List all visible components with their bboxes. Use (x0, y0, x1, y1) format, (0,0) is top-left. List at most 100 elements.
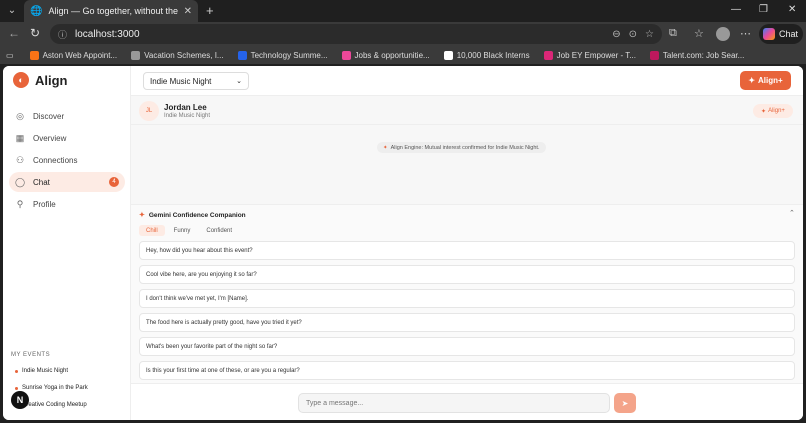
event-label: Indie Music Night (22, 368, 69, 374)
url-text: localhost:3000 (75, 28, 140, 40)
sidebar-item-profile[interactable]: ⚲ Profile (9, 194, 125, 214)
new-tab-icon[interactable]: + (206, 3, 214, 18)
tone-tabs: Chill Funny Confident (139, 225, 239, 236)
confidence-companion-panel: ✦ Gemini Confidence Companion ⌃ Chill Fu… (131, 204, 803, 383)
reader-icon[interactable]: ⊙ (629, 29, 637, 40)
brand[interactable]: ◐ Align (13, 72, 68, 88)
event-item[interactable]: Sunrise Yoga in the Park (15, 385, 88, 391)
bookmark-favicon (131, 50, 141, 60)
bookmark-label: 10,000 Black Interns (456, 50, 530, 60)
tab-title: Align — Go together, without the (48, 6, 178, 16)
sparkle-icon: ✦ (748, 76, 756, 85)
contact-event: Indie Music Night (164, 113, 211, 119)
tab-funny[interactable]: Funny (167, 225, 198, 236)
bookmarks-bar: ▭ Aston Web Appoint... Vacation Schemes,… (0, 46, 806, 64)
more-menu-icon[interactable]: ⋯ (740, 27, 751, 40)
bookmark-favicon (341, 50, 351, 60)
tab-chill[interactable]: Chill (139, 225, 165, 236)
sidebar-item-discover[interactable]: ◎ Discover (9, 106, 125, 126)
tab-list-chevron-icon[interactable]: ⌄ (4, 3, 20, 19)
bookmark-item[interactable]: Jobs & opportunitie... (341, 50, 430, 60)
chevron-down-icon: ⌄ (236, 78, 242, 85)
zoom-icon[interactable]: ⊖ (612, 29, 620, 40)
browser-tab-bar: ⌄ 🌐 Align — Go together, without the ✕ +… (0, 0, 806, 22)
close-tab-icon[interactable]: ✕ (184, 6, 192, 17)
sidebar-item-connections[interactable]: ⚇ Connections (9, 150, 125, 170)
companion-header: ✦ Gemini Confidence Companion (139, 211, 246, 220)
profile-avatar[interactable] (716, 27, 730, 41)
suggestion-item[interactable]: I don't think we've met yet, I'm [Name]. (139, 289, 795, 308)
contact-name: Jordan Lee (164, 103, 207, 112)
suggestion-item[interactable]: What's been your favorite part of the ni… (139, 337, 795, 356)
suggestion-item[interactable]: Hey, how did you hear about this event? (139, 241, 795, 260)
send-button[interactable]: ➤ (614, 393, 636, 413)
reload-icon[interactable]: ↻ (30, 26, 40, 40)
bookmark-label: Jobs & opportunitie... (354, 50, 430, 60)
sidebar: ◐ Align ◎ Discover ▦ Overview ⚇ Connections… (3, 66, 131, 420)
extensions-icon[interactable]: ⧉ (669, 27, 677, 40)
suggestion-item[interactable]: Is this your first time at one of these,… (139, 361, 795, 380)
grid-icon: ▦ (15, 132, 25, 143)
address-bar-row: ← ↻ ⓘ localhost:3000 ⊖ ⊙ ☆ ⧉ ☆ ⋯ Chat (0, 22, 806, 46)
floating-n-button[interactable]: N (11, 391, 29, 409)
sparkle-icon: ✦ (139, 212, 145, 219)
bookmark-item[interactable]: Technology Summe... (237, 50, 328, 60)
bookmark-item[interactable]: 10,000 Black Interns (443, 50, 530, 60)
system-message: ✦ Align Engine: Mutual interest confirme… (377, 142, 546, 153)
send-icon: ➤ (621, 398, 629, 408)
chat-bubble-icon: ◯ (15, 176, 26, 187)
sidebar-nav: ◎ Discover ▦ Overview ⚇ Connections ◯ Chat 4 … (9, 106, 125, 216)
chevron-up-icon[interactable]: ⌃ (789, 209, 795, 217)
message-input[interactable] (298, 393, 610, 413)
user-icon: ⚲ (16, 198, 24, 209)
favorite-star-icon[interactable]: ☆ (645, 29, 654, 40)
compass-icon: ◎ (16, 110, 24, 121)
bookmark-favicon (649, 50, 659, 60)
site-info-icon[interactable]: ⓘ (58, 28, 67, 41)
copilot-label: Chat (779, 29, 799, 39)
copilot-chat-button[interactable]: Chat (759, 24, 803, 44)
bookmark-favicon (443, 50, 453, 60)
bookmark-label: Talent.com: Job Sear... (662, 50, 745, 60)
event-label: Sunrise Yoga in the Park (22, 385, 88, 391)
globe-icon: 🌐 (30, 5, 43, 17)
system-message-text: Align Engine: Mutual interest confirmed … (390, 144, 540, 151)
bookmark-item[interactable]: Job EY Empower - T... (543, 50, 636, 60)
restore-icon[interactable]: ❐ (759, 4, 768, 15)
align-plus-button[interactable]: ✦ Align+ (740, 71, 791, 90)
minimize-icon[interactable]: — (731, 4, 741, 15)
bookmark-label: Job EY Empower - T... (556, 50, 636, 60)
event-item[interactable]: Indie Music Night (15, 368, 68, 374)
bookmark-favicon (29, 50, 39, 60)
sidebar-item-chat[interactable]: ◯ Chat 4 (9, 172, 125, 192)
bookmark-item[interactable]: Aston Web Appoint... (29, 50, 117, 60)
url-field[interactable]: ⓘ localhost:3000 ⊖ ⊙ ☆ (50, 24, 662, 44)
back-icon[interactable]: ← (8, 26, 20, 40)
suggestion-item[interactable]: The food here is actually pretty good, h… (139, 313, 795, 332)
my-events-heading: MY EVENTS (11, 352, 51, 358)
top-bar: Indie Music Night ⌄ ✦ Align+ (131, 66, 803, 96)
unread-badge: 4 (109, 177, 119, 187)
align-plus-small-label: Align+ (768, 108, 785, 114)
align-logo-icon: ◐ (13, 72, 29, 88)
sidebar-item-label: Profile (33, 199, 56, 209)
sidebar-item-overview[interactable]: ▦ Overview (9, 128, 125, 148)
sidebar-item-label: Chat (33, 177, 50, 187)
tab-confident[interactable]: Confident (199, 225, 239, 236)
bookmark-label: Technology Summe... (250, 50, 328, 60)
suggestion-item[interactable]: Cool vibe here, are you enjoying it so f… (139, 265, 795, 284)
bookmarks-toggle-icon[interactable]: ▭ (6, 51, 14, 60)
app-window: ◐ Align ◎ Discover ▦ Overview ⚇ Connections… (3, 66, 803, 420)
sidebar-item-label: Connections (33, 155, 78, 165)
browser-tab[interactable]: 🌐 Align — Go together, without the ✕ (24, 0, 198, 22)
align-plus-small-button[interactable]: ✦ Align+ (753, 104, 793, 118)
bookmark-favicon (543, 50, 553, 60)
bookmark-item[interactable]: Talent.com: Job Sear... (649, 50, 745, 60)
event-select[interactable]: Indie Music Night ⌄ (143, 72, 249, 90)
bookmark-item[interactable]: Vacation Schemes, I... (131, 50, 224, 60)
close-window-icon[interactable]: ✕ (788, 4, 796, 15)
message-composer: ➤ (131, 383, 803, 420)
favorites-icon[interactable]: ☆ (694, 27, 704, 40)
companion-title: Gemini Confidence Companion (148, 211, 246, 219)
sparkle-icon: ✦ (761, 108, 767, 115)
